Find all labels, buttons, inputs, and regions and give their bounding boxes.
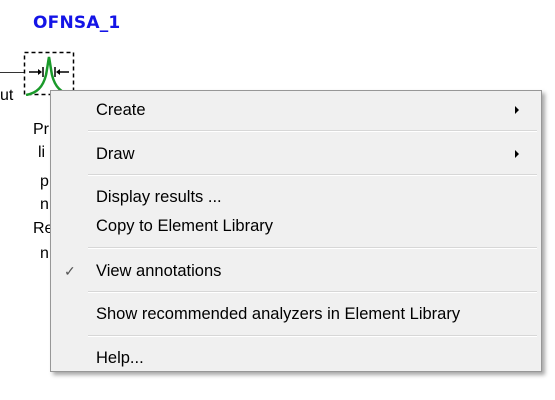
menu-item-view-annotations[interactable]: ✓ View annotations — [53, 258, 539, 284]
menu-item-label: Draw — [96, 145, 135, 163]
element-name-label[interactable]: OFNSA_1 — [33, 13, 120, 33]
menu-item-help[interactable]: Help... — [53, 345, 539, 371]
context-menu: Create Draw Display results ... Copy to … — [50, 90, 542, 372]
menu-separator — [88, 174, 537, 176]
background-text-line: p — [40, 173, 49, 190]
background-text-line: li — [38, 144, 46, 161]
menu-separator — [88, 130, 537, 132]
background-text-line: n — [40, 245, 49, 262]
menu-item-label: Copy to Element Library — [96, 217, 273, 235]
menu-item-draw[interactable]: Draw — [53, 141, 539, 167]
checkmark-icon: ✓ — [64, 263, 76, 279]
schematic-canvas[interactable]: OFNSA_1 ut Pr li p n Re n Create Draw Di — [0, 0, 555, 400]
menu-separator — [88, 335, 537, 337]
menu-item-label: Create — [96, 101, 146, 119]
background-text-line: Pr — [33, 121, 49, 138]
menu-item-label: Display results ... — [96, 188, 222, 206]
menu-item-show-recommended-analyzers[interactable]: Show recommended analyzers in Element Li… — [53, 301, 539, 327]
menu-item-label: Help... — [96, 349, 144, 367]
menu-separator — [88, 291, 537, 293]
port-label: ut — [0, 87, 14, 104]
background-text-line: n — [40, 196, 49, 213]
menu-item-copy-to-element-library[interactable]: Copy to Element Library — [53, 213, 539, 239]
menu-item-display-results[interactable]: Display results ... — [53, 184, 539, 210]
menu-separator — [88, 247, 537, 249]
menu-item-label: View annotations — [96, 262, 222, 280]
menu-item-create[interactable]: Create — [53, 97, 539, 123]
submenu-arrow-icon — [515, 106, 519, 114]
menu-item-label: Show recommended analyzers in Element Li… — [96, 305, 461, 323]
submenu-arrow-icon — [515, 150, 519, 158]
input-wire — [0, 72, 24, 73]
